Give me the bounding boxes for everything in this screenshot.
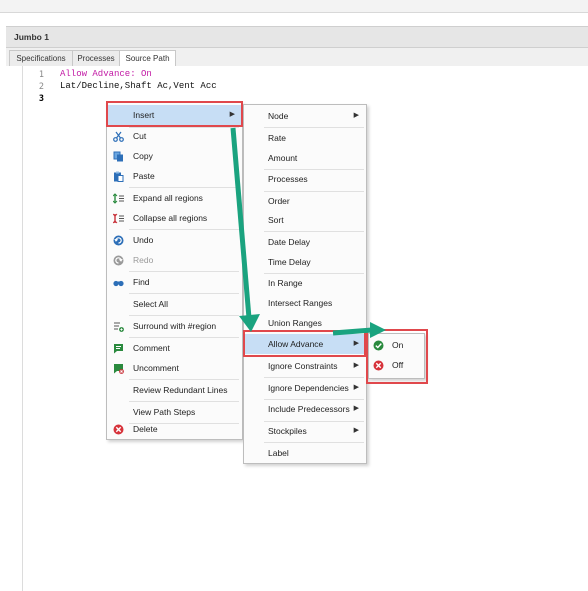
annotation-arrow-right [332, 327, 373, 336]
annotation-arrow-down-head [239, 314, 260, 332]
annotation-arrow-right-head [370, 322, 386, 338]
annotation-arrow-down [230, 127, 252, 319]
annotation-arrows [230, 127, 386, 338]
